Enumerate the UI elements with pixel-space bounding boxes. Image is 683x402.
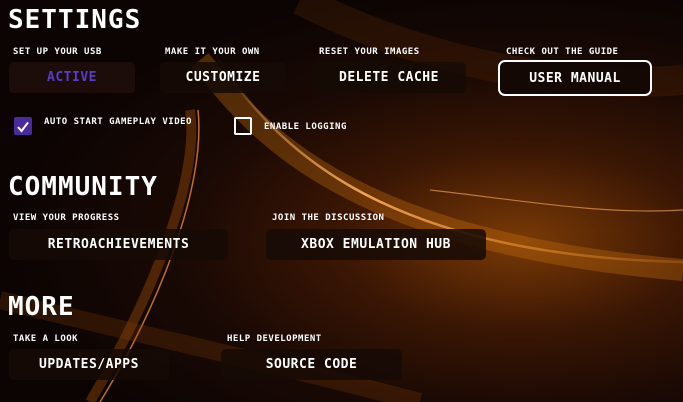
more-title: MORE — [8, 292, 75, 322]
source-code-button[interactable]: SOURCE CODE — [221, 349, 402, 380]
retroachievements-button[interactable]: RETROACHIEVEMENTS — [9, 229, 228, 260]
customize-button[interactable]: CUSTOMIZE — [160, 62, 286, 93]
guide-caption: CHECK OUT THE GUIDE — [506, 47, 619, 57]
checkmark-icon — [17, 121, 29, 133]
xbox-emulation-hub-button[interactable]: XBOX EMULATION HUB — [266, 229, 486, 260]
community-title: COMMUNITY — [8, 172, 158, 202]
delete-cache-button[interactable]: DELETE CACHE — [312, 62, 466, 93]
active-button[interactable]: ACTIVE — [9, 62, 135, 93]
updates-apps-button[interactable]: UPDATES/APPS — [9, 349, 169, 380]
customize-caption: MAKE IT YOUR OWN — [165, 47, 260, 57]
progress-caption: VIEW YOUR PROGRESS — [13, 213, 120, 223]
logging-label: ENABLE LOGGING — [264, 122, 347, 132]
autostart-label: AUTO START GAMEPLAY VIDEO — [44, 117, 192, 127]
logging-checkbox[interactable] — [234, 117, 252, 135]
images-caption: RESET YOUR IMAGES — [319, 47, 420, 57]
settings-title: SETTINGS — [8, 5, 142, 35]
look-caption: TAKE A LOOK — [13, 334, 79, 344]
usb-caption: SET UP YOUR USB — [13, 47, 102, 57]
user-manual-button[interactable]: USER MANUAL — [498, 60, 652, 96]
development-caption: HELP DEVELOPMENT — [227, 334, 322, 344]
autostart-checkbox[interactable] — [14, 117, 32, 135]
discussion-caption: JOIN THE DISCUSSION — [272, 213, 385, 223]
